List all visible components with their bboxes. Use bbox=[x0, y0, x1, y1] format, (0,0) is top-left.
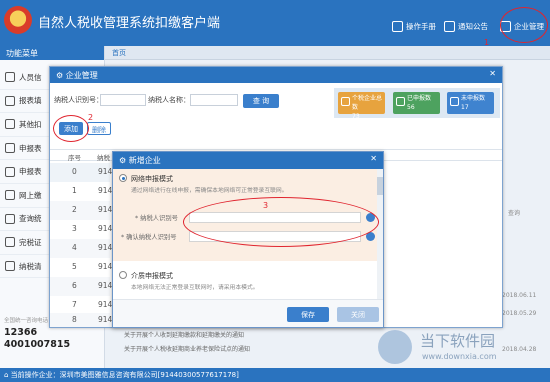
search-doc-icon bbox=[5, 166, 15, 177]
table-row[interactable]: 3 914 bbox=[50, 220, 112, 239]
dialog-titlebar: ⚙ 企业管理 ✕ bbox=[50, 67, 502, 83]
new-company-titlebar: ⚙ 新增企业 ✕ bbox=[113, 152, 383, 169]
close-icon[interactable]: ✕ bbox=[489, 69, 496, 78]
table-row[interactable]: 2 914 bbox=[50, 201, 112, 220]
site-watermark: 当下软件园 www.downxia.com bbox=[378, 328, 548, 368]
gear-icon: ⚙ bbox=[56, 71, 66, 80]
book-icon bbox=[392, 20, 403, 32]
watermark-cn: 当下软件园 bbox=[420, 332, 496, 350]
manual-button[interactable]: 操作手册 bbox=[392, 18, 436, 34]
col-taxpayer: 纳税 bbox=[97, 154, 110, 162]
network-mode-hint: 通过网络进行在线申报，需确保本地网络可正常登录互联网。 bbox=[131, 188, 288, 194]
bg-notice-1[interactable]: 关于开展个人收到延期缴款和延期缴关的通知 bbox=[124, 330, 244, 339]
document-icon bbox=[450, 97, 459, 106]
table-row[interactable]: 6 914 bbox=[50, 277, 112, 296]
dialog-title: 企业管理 bbox=[65, 71, 98, 80]
home-icon: ⌂ bbox=[4, 371, 11, 379]
media-mode-hint: 本地网络无法正常登录互联网时，请采用本模式。 bbox=[131, 285, 259, 291]
bg-date-2: 2018.05.29 bbox=[502, 310, 537, 317]
dialog-scrollbar[interactable] bbox=[377, 169, 383, 299]
bell-icon bbox=[444, 20, 455, 32]
sidebar-title: 功能菜单 bbox=[0, 46, 104, 60]
annotation-step-3: 3 bbox=[263, 201, 269, 210]
card-icon bbox=[5, 190, 15, 201]
bg-date-1: 2018.06.11 bbox=[502, 292, 537, 299]
watermark-url: www.downxia.com bbox=[422, 352, 497, 361]
people-icon bbox=[341, 97, 350, 106]
bg-notice-2[interactable]: 关于开展个人税收延期商业养老保险试点的通知 bbox=[124, 344, 250, 353]
notice-button[interactable]: 通知公告 bbox=[444, 18, 488, 34]
table-row[interactable]: 4 914 bbox=[50, 239, 112, 258]
stat-undeclared: 未申报数 17 bbox=[447, 92, 494, 114]
gear-icon: ⚙ bbox=[119, 156, 129, 165]
network-mode-label: 网络申报模式 bbox=[131, 175, 173, 183]
network-mode-radio[interactable] bbox=[119, 174, 127, 182]
close-icon[interactable]: ✕ bbox=[370, 154, 377, 163]
hotline-12366: 12366 bbox=[4, 327, 38, 338]
certificate-icon bbox=[5, 237, 15, 248]
annotation-circle-3 bbox=[183, 197, 379, 247]
table-row[interactable]: 5 914 bbox=[50, 258, 112, 277]
watermark-logo-icon bbox=[378, 330, 412, 364]
annotation-circle-1 bbox=[500, 7, 548, 43]
status-bar: ⌂ 当前操作企业：深圳市美图雅信息咨询有限公司[9144030057761717… bbox=[0, 368, 550, 382]
stats-panel: 个税企业总数 73 已申报数 56 未申报数 17 bbox=[334, 88, 500, 120]
annotation-circle-2 bbox=[53, 115, 89, 142]
tab-home[interactable]: 首页 bbox=[112, 48, 126, 58]
confirm-id-field-label: * 确认纳税人识别号 bbox=[121, 234, 177, 241]
close-button[interactable]: 关闭 bbox=[337, 307, 379, 322]
media-mode-radio[interactable] bbox=[119, 271, 127, 279]
document-icon bbox=[5, 143, 15, 154]
new-company-dialog: ⚙ 新增企业 ✕ 网络申报模式 通过网络进行在线申报，需确保本地网络可正常登录互… bbox=[112, 151, 384, 328]
stat-declared: 已申报数 56 bbox=[393, 92, 440, 114]
form-icon bbox=[5, 95, 15, 106]
taxpayer-id-field-label: * 纳税人识别号 bbox=[135, 215, 178, 222]
delete-button[interactable]: 删除 bbox=[87, 122, 111, 135]
taxpayer-name-label: 纳税人名称： bbox=[148, 96, 190, 104]
taxpayer-id-label: 纳税人识别号： bbox=[54, 96, 103, 104]
notice-label: 通知公告 bbox=[458, 21, 488, 31]
app-header: 自然人税收管理系统扣缴客户端 操作手册 通知公告 企业管理 1 bbox=[0, 0, 550, 47]
stat-total: 个税企业总数 73 bbox=[338, 92, 385, 120]
save-button[interactable]: 保存 bbox=[287, 307, 329, 322]
table-row[interactable]: 0 914 bbox=[50, 163, 112, 182]
table-row[interactable]: 8 914 bbox=[50, 313, 112, 327]
current-company: 当前操作企业：深圳市美图雅信息咨询有限公司[91440300577617178] bbox=[10, 371, 239, 379]
table-row[interactable]: 1 914 bbox=[50, 182, 112, 201]
bg-side-text: 查询 bbox=[508, 210, 521, 217]
app-title: 自然人税收管理系统扣缴客户端 bbox=[38, 16, 221, 31]
annotation-step-2: 2 bbox=[88, 113, 94, 122]
taxpayer-name-input[interactable] bbox=[190, 94, 238, 106]
tax-emblem-logo bbox=[4, 6, 32, 34]
check-icon bbox=[396, 97, 405, 106]
scroll-thumb[interactable] bbox=[377, 177, 383, 195]
grid-icon bbox=[5, 119, 15, 130]
chart-icon bbox=[5, 213, 15, 224]
new-company-title: 新增企业 bbox=[128, 156, 161, 165]
list-icon bbox=[5, 261, 15, 272]
col-index: 序号 bbox=[68, 154, 81, 162]
manual-label: 操作手册 bbox=[406, 21, 436, 31]
taxpayer-id-input[interactable] bbox=[100, 94, 146, 106]
query-button[interactable]: 查 询 bbox=[243, 94, 279, 108]
hotline-400: 4001007815 bbox=[4, 339, 71, 350]
new-company-footer: 保存 关闭 bbox=[113, 299, 383, 327]
media-mode-label: 介质申报模式 bbox=[131, 272, 173, 280]
person-icon bbox=[5, 72, 15, 83]
